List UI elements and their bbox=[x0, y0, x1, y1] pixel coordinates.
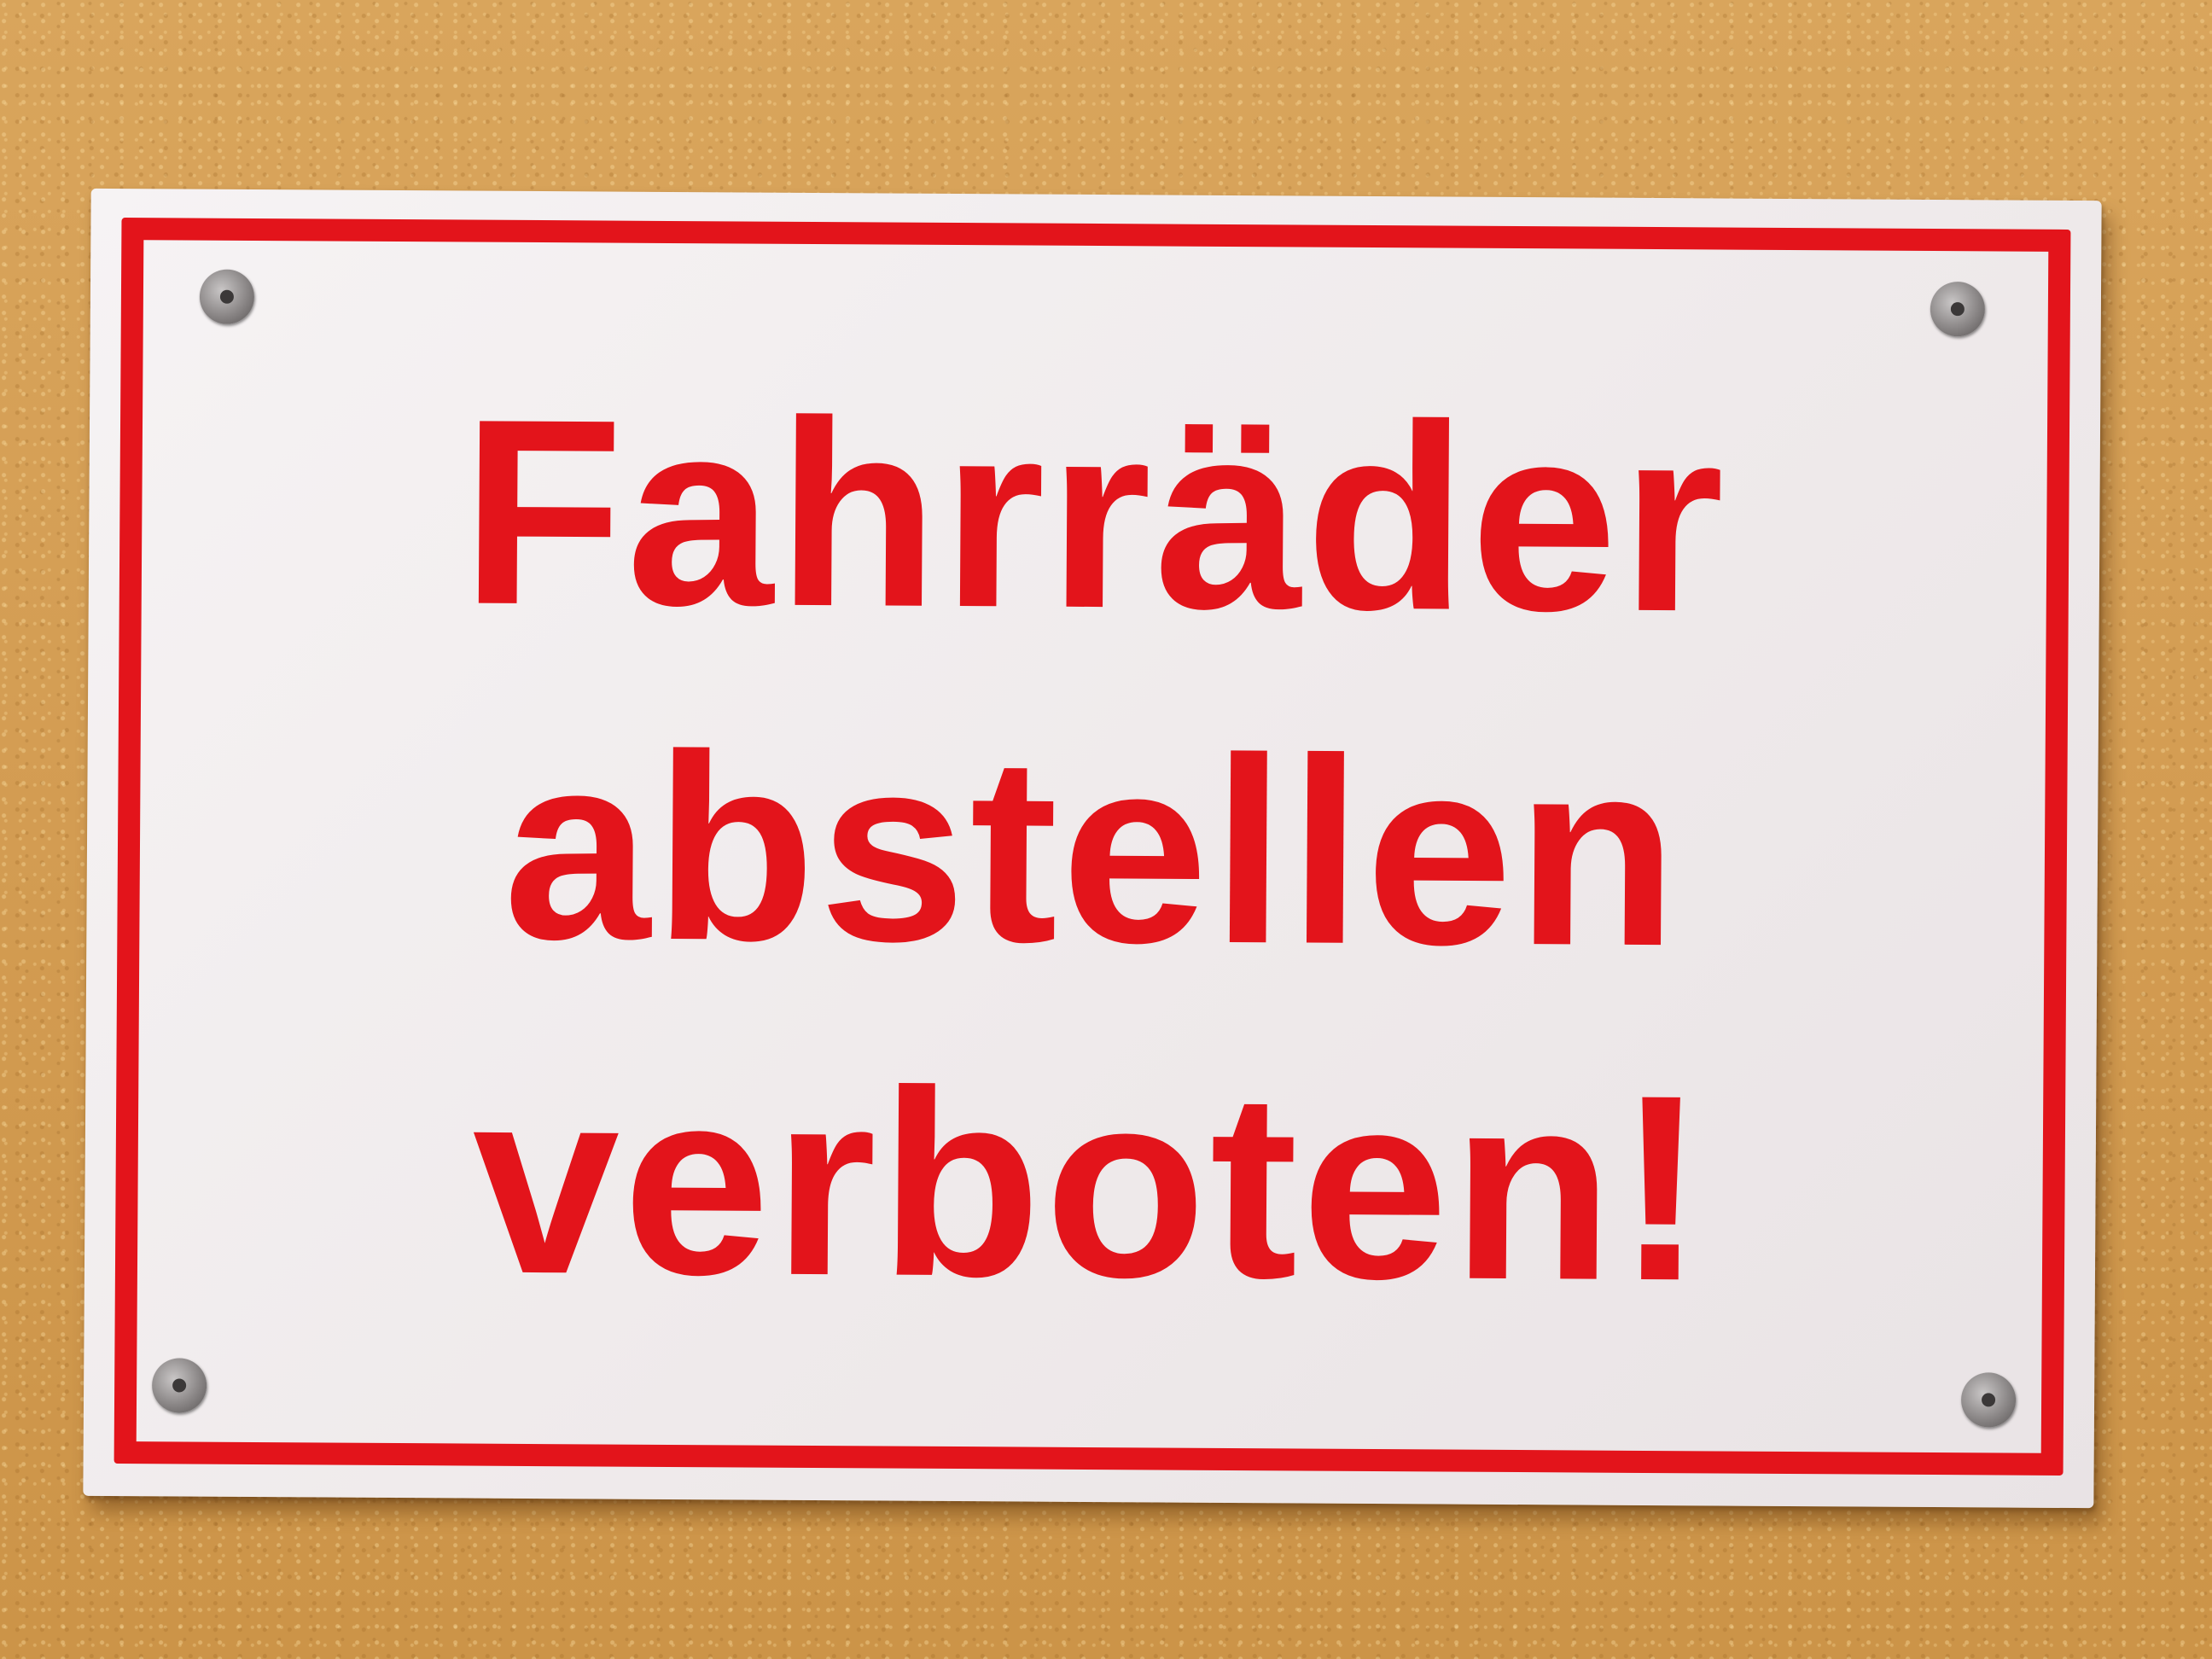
screw-icon bbox=[1960, 1372, 2017, 1428]
sign-text: Fahrräder abstellen verboten! bbox=[84, 342, 2100, 1358]
sign-line-3: verboten! bbox=[471, 1032, 1709, 1336]
sign-line-2: abstellen bbox=[503, 697, 1682, 1002]
sign-line-1: Fahrräder bbox=[460, 363, 1729, 667]
screw-icon bbox=[199, 269, 255, 324]
screw-icon bbox=[1930, 281, 1986, 337]
prohibition-sign: Fahrräder abstellen verboten! bbox=[83, 188, 2102, 1509]
screw-icon bbox=[151, 1358, 207, 1413]
